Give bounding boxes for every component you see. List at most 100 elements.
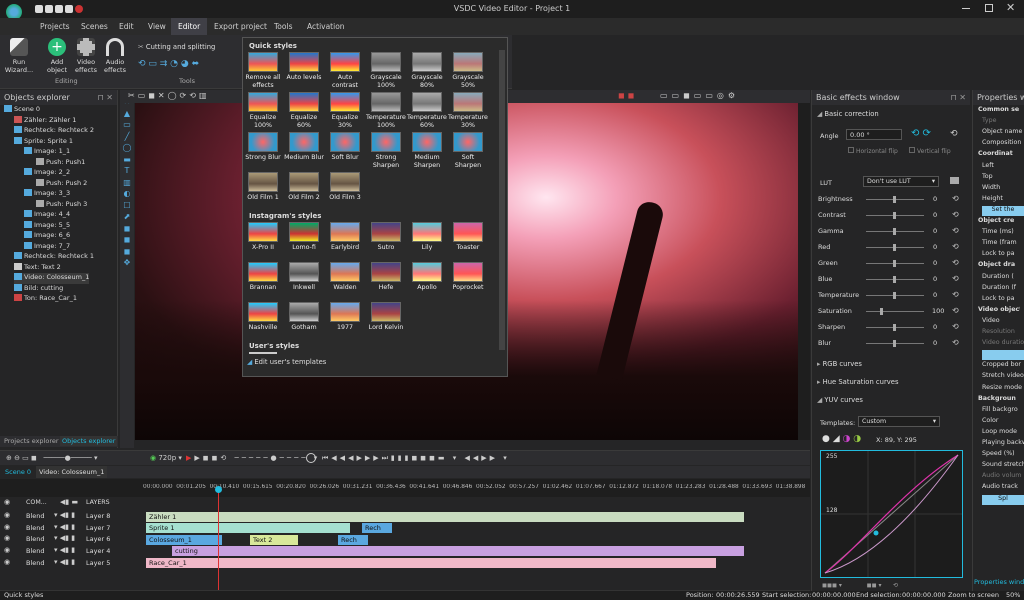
property-row[interactable]: Object name — [982, 128, 1024, 138]
quick-style-item[interactable]: Auto contrast — [325, 52, 365, 90]
tree-item[interactable]: Ton: Race_Car_1 — [14, 294, 77, 305]
tree-item[interactable]: Image: 7_7 — [24, 241, 70, 253]
property-row[interactable]: Stretch video — [982, 372, 1024, 382]
property-row[interactable]: Fill backgro — [982, 406, 1024, 416]
resolution-select[interactable]: ◉ 720p ▾ — [150, 454, 182, 462]
property-row[interactable]: Playing backw — [982, 439, 1024, 449]
property-row[interactable]: Video object — [978, 306, 1020, 316]
instagram-style-item[interactable]: Gotham — [284, 302, 324, 332]
clip-rechteck-1[interactable]: Rech — [362, 523, 392, 533]
quick-style-item[interactable]: Equalize 60% — [284, 92, 324, 130]
audio-effects-button[interactable]: Audio effects — [100, 38, 130, 74]
instagram-style-item[interactable]: Lily — [407, 222, 447, 252]
basic-correction-section[interactable]: ◢ Basic correction — [817, 110, 879, 118]
clip-colosseum[interactable]: Colosseum_1 — [146, 535, 222, 545]
horizontal-flip-checkbox[interactable]: Horizontal flip — [848, 147, 898, 155]
close-button[interactable]: ✕ — [1006, 1, 1015, 14]
property-row[interactable]: Cropped bor — [982, 361, 1024, 371]
video-effects-button[interactable]: Video effects — [71, 38, 101, 74]
quick-style-item[interactable]: Strong Blur — [243, 132, 283, 162]
tree-item[interactable]: Bild: cutting — [14, 283, 63, 295]
tree-item[interactable]: Image: 1_1 — [24, 147, 70, 158]
layer-controls-icon[interactable]: ▾ ◀▮ ▮ — [54, 558, 75, 566]
property-row[interactable]: Width — [982, 184, 1024, 194]
vertical-flip-checkbox[interactable]: Vertical flip — [909, 147, 951, 155]
tree-item[interactable]: Image: 2_2 — [24, 168, 70, 179]
property-row[interactable]: Height — [982, 195, 1024, 205]
playhead[interactable] — [218, 486, 219, 590]
rotate-icons[interactable]: ⟲ ⟳ — [911, 128, 931, 139]
quick-style-item[interactable]: Soft Sharpen — [448, 132, 488, 170]
reset-icon[interactable]: ⟲ — [952, 322, 959, 331]
property-row[interactable]: Resolution — [982, 328, 1024, 338]
eye-icon[interactable]: ◉ — [4, 558, 10, 566]
instagram-style-item[interactable]: Sutro — [366, 222, 406, 252]
tree-item[interactable]: Push: Push 2 — [36, 178, 87, 190]
instagram-style-item[interactable]: X-Pro II — [243, 222, 283, 252]
reset-icon[interactable]: ⟲ — [952, 194, 959, 203]
tool-icons[interactable]: ✕▲▭╱◯▬T▥◐☐⬈◼◼◼✥ — [122, 96, 132, 269]
instagram-style-item[interactable]: Nashville — [243, 302, 283, 332]
quick-style-item[interactable]: Soft Blur — [325, 132, 365, 162]
reset-icon[interactable]: ⟲ — [952, 338, 959, 347]
property-row[interactable]: Object cre — [978, 217, 1020, 227]
quick-style-item[interactable]: Medium Sharpen — [407, 132, 447, 170]
layer-row[interactable]: ◉ Blend ▾ ◀▮ ▮ Layer 8 — [0, 511, 140, 522]
tree-item[interactable]: Image: 4_4 — [24, 210, 70, 221]
yuv-curves-section[interactable]: ◢ YUV curves — [817, 396, 863, 404]
eye-icon[interactable]: ◉ — [4, 534, 10, 542]
clip-cutting[interactable]: cutting — [172, 546, 744, 556]
layer-controls-icon[interactable]: ▾ ◀▮ ▮ — [54, 534, 75, 542]
instagram-style-item[interactable]: Hefe — [366, 262, 406, 292]
playhead-handle[interactable] — [215, 486, 222, 493]
property-row[interactable]: Video duratio — [982, 339, 1024, 349]
property-row[interactable]: Composition — [982, 139, 1024, 149]
property-row[interactable]: Speed (%) — [982, 450, 1024, 460]
reset-icon[interactable]: ⟲ — [952, 226, 959, 235]
tree-item[interactable]: Rechteck: Rechteck 2 — [14, 126, 94, 137]
eye-icon[interactable]: ◉ — [4, 546, 10, 554]
reset-icon[interactable]: ⟲ — [952, 274, 959, 283]
property-row[interactable]: Duration ( — [982, 273, 1024, 283]
tree-item[interactable]: Rechteck: Rechteck 1 — [14, 252, 94, 263]
quick-style-item[interactable]: Old Film 2 — [284, 172, 324, 202]
property-row[interactable]: Audio track — [982, 483, 1024, 493]
property-row[interactable]: Time (fram — [982, 239, 1024, 249]
instagram-style-item[interactable]: Walden — [325, 262, 365, 292]
instagram-style-item[interactable]: Brannan — [243, 262, 283, 292]
instagram-style-item[interactable]: Apollo — [407, 262, 447, 292]
property-row[interactable]: Time (ms) — [982, 228, 1024, 238]
layer-controls-icon[interactable]: ▾ ◀▮ ▮ — [54, 546, 75, 554]
property-row[interactable]: Video — [982, 317, 1024, 327]
add-object-button[interactable]: + Add object — [42, 38, 72, 74]
property-row[interactable]: Lock to pa — [982, 295, 1024, 305]
instagram-style-item[interactable]: Poprocket — [448, 262, 488, 292]
pin-icon[interactable]: ⊓ ✕ — [951, 93, 967, 102]
property-row[interactable]: Set the — [982, 205, 1024, 216]
slider-thumb[interactable] — [893, 244, 896, 251]
slider-thumb[interactable] — [893, 228, 896, 235]
lut-select[interactable]: Don't use LUT ▾ — [863, 176, 939, 187]
tab-video-colosseum[interactable]: Video: Colosseum_1 — [36, 466, 108, 478]
clock-icon[interactable] — [306, 453, 316, 463]
slider-track[interactable] — [866, 311, 924, 312]
quick-style-item[interactable]: Grayscale 50% — [448, 52, 488, 90]
clip-rechteck-2[interactable]: Rech — [338, 535, 368, 545]
layer-row[interactable]: ◉ Blend ▾ ◀▮ ▮ Layer 6 — [0, 534, 140, 545]
reset-icon[interactable]: ⟲ — [952, 306, 959, 315]
property-row[interactable]: Common se — [978, 106, 1020, 116]
property-row[interactable] — [982, 350, 1024, 361]
curve-bottom-controls[interactable]: ◼◼◼ ▾ ◼◼ ▾ ⟲ — [822, 582, 962, 590]
slider-thumb[interactable] — [893, 292, 896, 299]
slider-thumb[interactable] — [893, 196, 896, 203]
quick-style-item[interactable]: Grayscale 100% — [366, 52, 406, 90]
property-row[interactable]: Spl — [982, 494, 1024, 505]
property-row[interactable]: Backgroun — [978, 395, 1020, 405]
instagram-style-item[interactable]: 1977 — [325, 302, 365, 332]
maximize-button[interactable] — [985, 4, 993, 12]
quick-style-item[interactable]: Auto levels — [284, 52, 324, 82]
tree-item[interactable]: Sprite: Sprite 1 — [14, 136, 73, 148]
reset-icon[interactable]: ⟲ — [952, 258, 959, 267]
quick-style-item[interactable]: Remove all effects — [243, 52, 283, 90]
rgb-curves-section[interactable]: ▸ RGB curves — [817, 360, 862, 368]
